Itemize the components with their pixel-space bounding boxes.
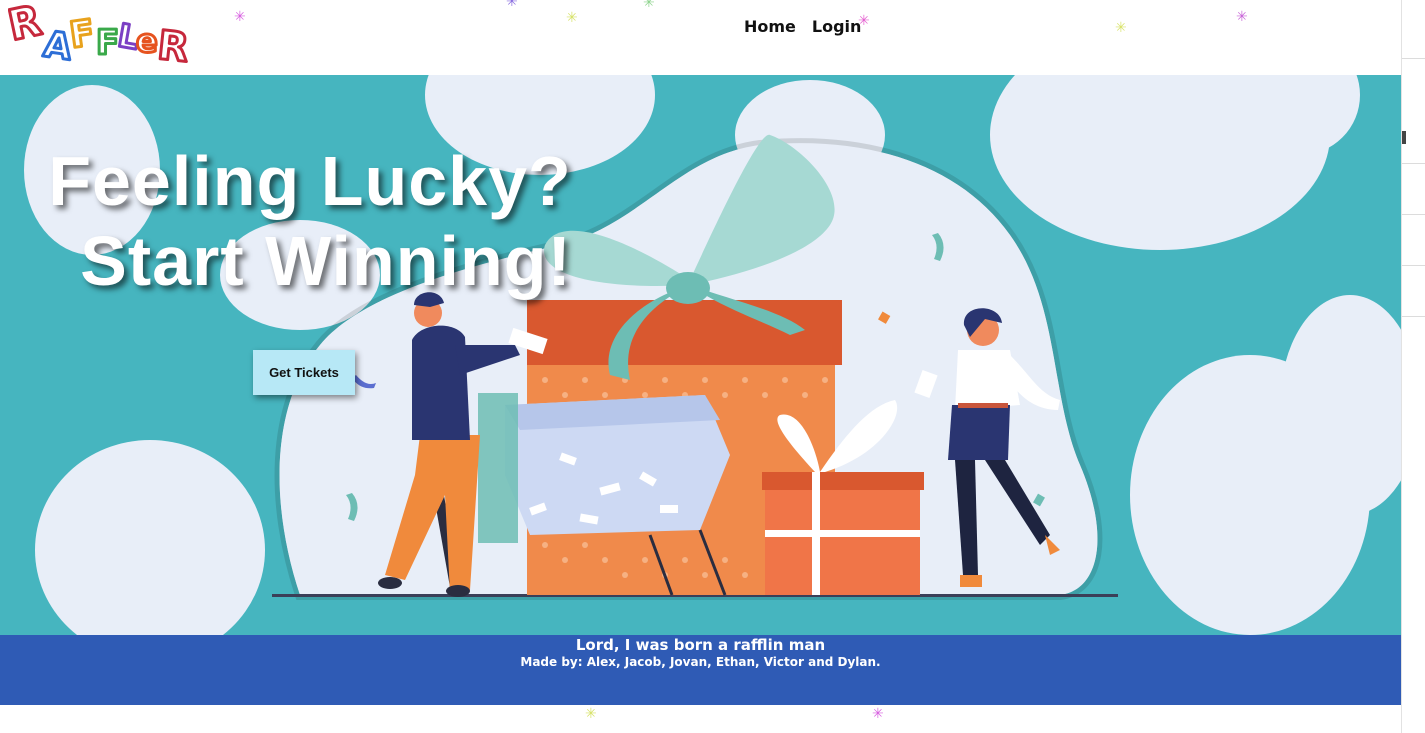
sparkle-icon: ✳ (872, 705, 884, 721)
sparkle-icon: ✳ (643, 0, 655, 10)
nav-login-link[interactable]: Login (812, 17, 862, 36)
sparkle-icon: ✳ (585, 705, 597, 721)
get-tickets-button[interactable]: Get Tickets (253, 350, 355, 395)
svg-text:R: R (8, 0, 46, 50)
hero-title-line2: Start Winning! (80, 222, 572, 300)
footer-credits: Made by: Alex, Jacob, Jovan, Ethan, Vict… (520, 655, 881, 669)
main-nav: Home Login (744, 17, 861, 36)
sparkle-icon: ✳ (566, 9, 578, 25)
page: R A F F L e R Home Login ✳ ✳ ✳ ✳ ✳ ✳ ✳ F… (0, 0, 1401, 733)
sparkle-icon: ✳ (506, 0, 518, 9)
divider (1402, 163, 1425, 164)
hero-title-line1: Feeling Lucky? (48, 142, 572, 220)
sparkle-icon: ✳ (858, 12, 870, 28)
svg-text:R: R (155, 23, 190, 70)
footer-tagline: Lord, I was born a rafflin man (575, 636, 826, 654)
raffler-logo[interactable]: R A F F L e R (8, 0, 194, 70)
sparkle-icon: ✳ (1236, 8, 1248, 24)
divider (1402, 265, 1425, 266)
drag-handle-icon[interactable] (1402, 131, 1406, 144)
hero-headline: Feeling Lucky? Start Winning! (40, 141, 600, 301)
browser-side-edge (1401, 0, 1425, 733)
site-footer: Lord, I was born a rafflin man Made by: … (0, 635, 1401, 705)
nav-home-link[interactable]: Home (744, 17, 796, 36)
svg-text:e: e (136, 22, 158, 60)
sparkle-icon: ✳ (1115, 19, 1127, 35)
hero-banner: Feeling Lucky? Start Winning! Get Ticket… (0, 75, 1401, 635)
sparkle-icon: ✳ (234, 8, 246, 24)
svg-text:F: F (96, 23, 119, 63)
site-header: R A F F L e R Home Login ✳ ✳ ✳ ✳ ✳ ✳ ✳ (0, 0, 1401, 75)
svg-text:F: F (67, 13, 97, 57)
divider (1402, 316, 1425, 317)
divider (1402, 214, 1425, 215)
divider (1402, 58, 1425, 59)
